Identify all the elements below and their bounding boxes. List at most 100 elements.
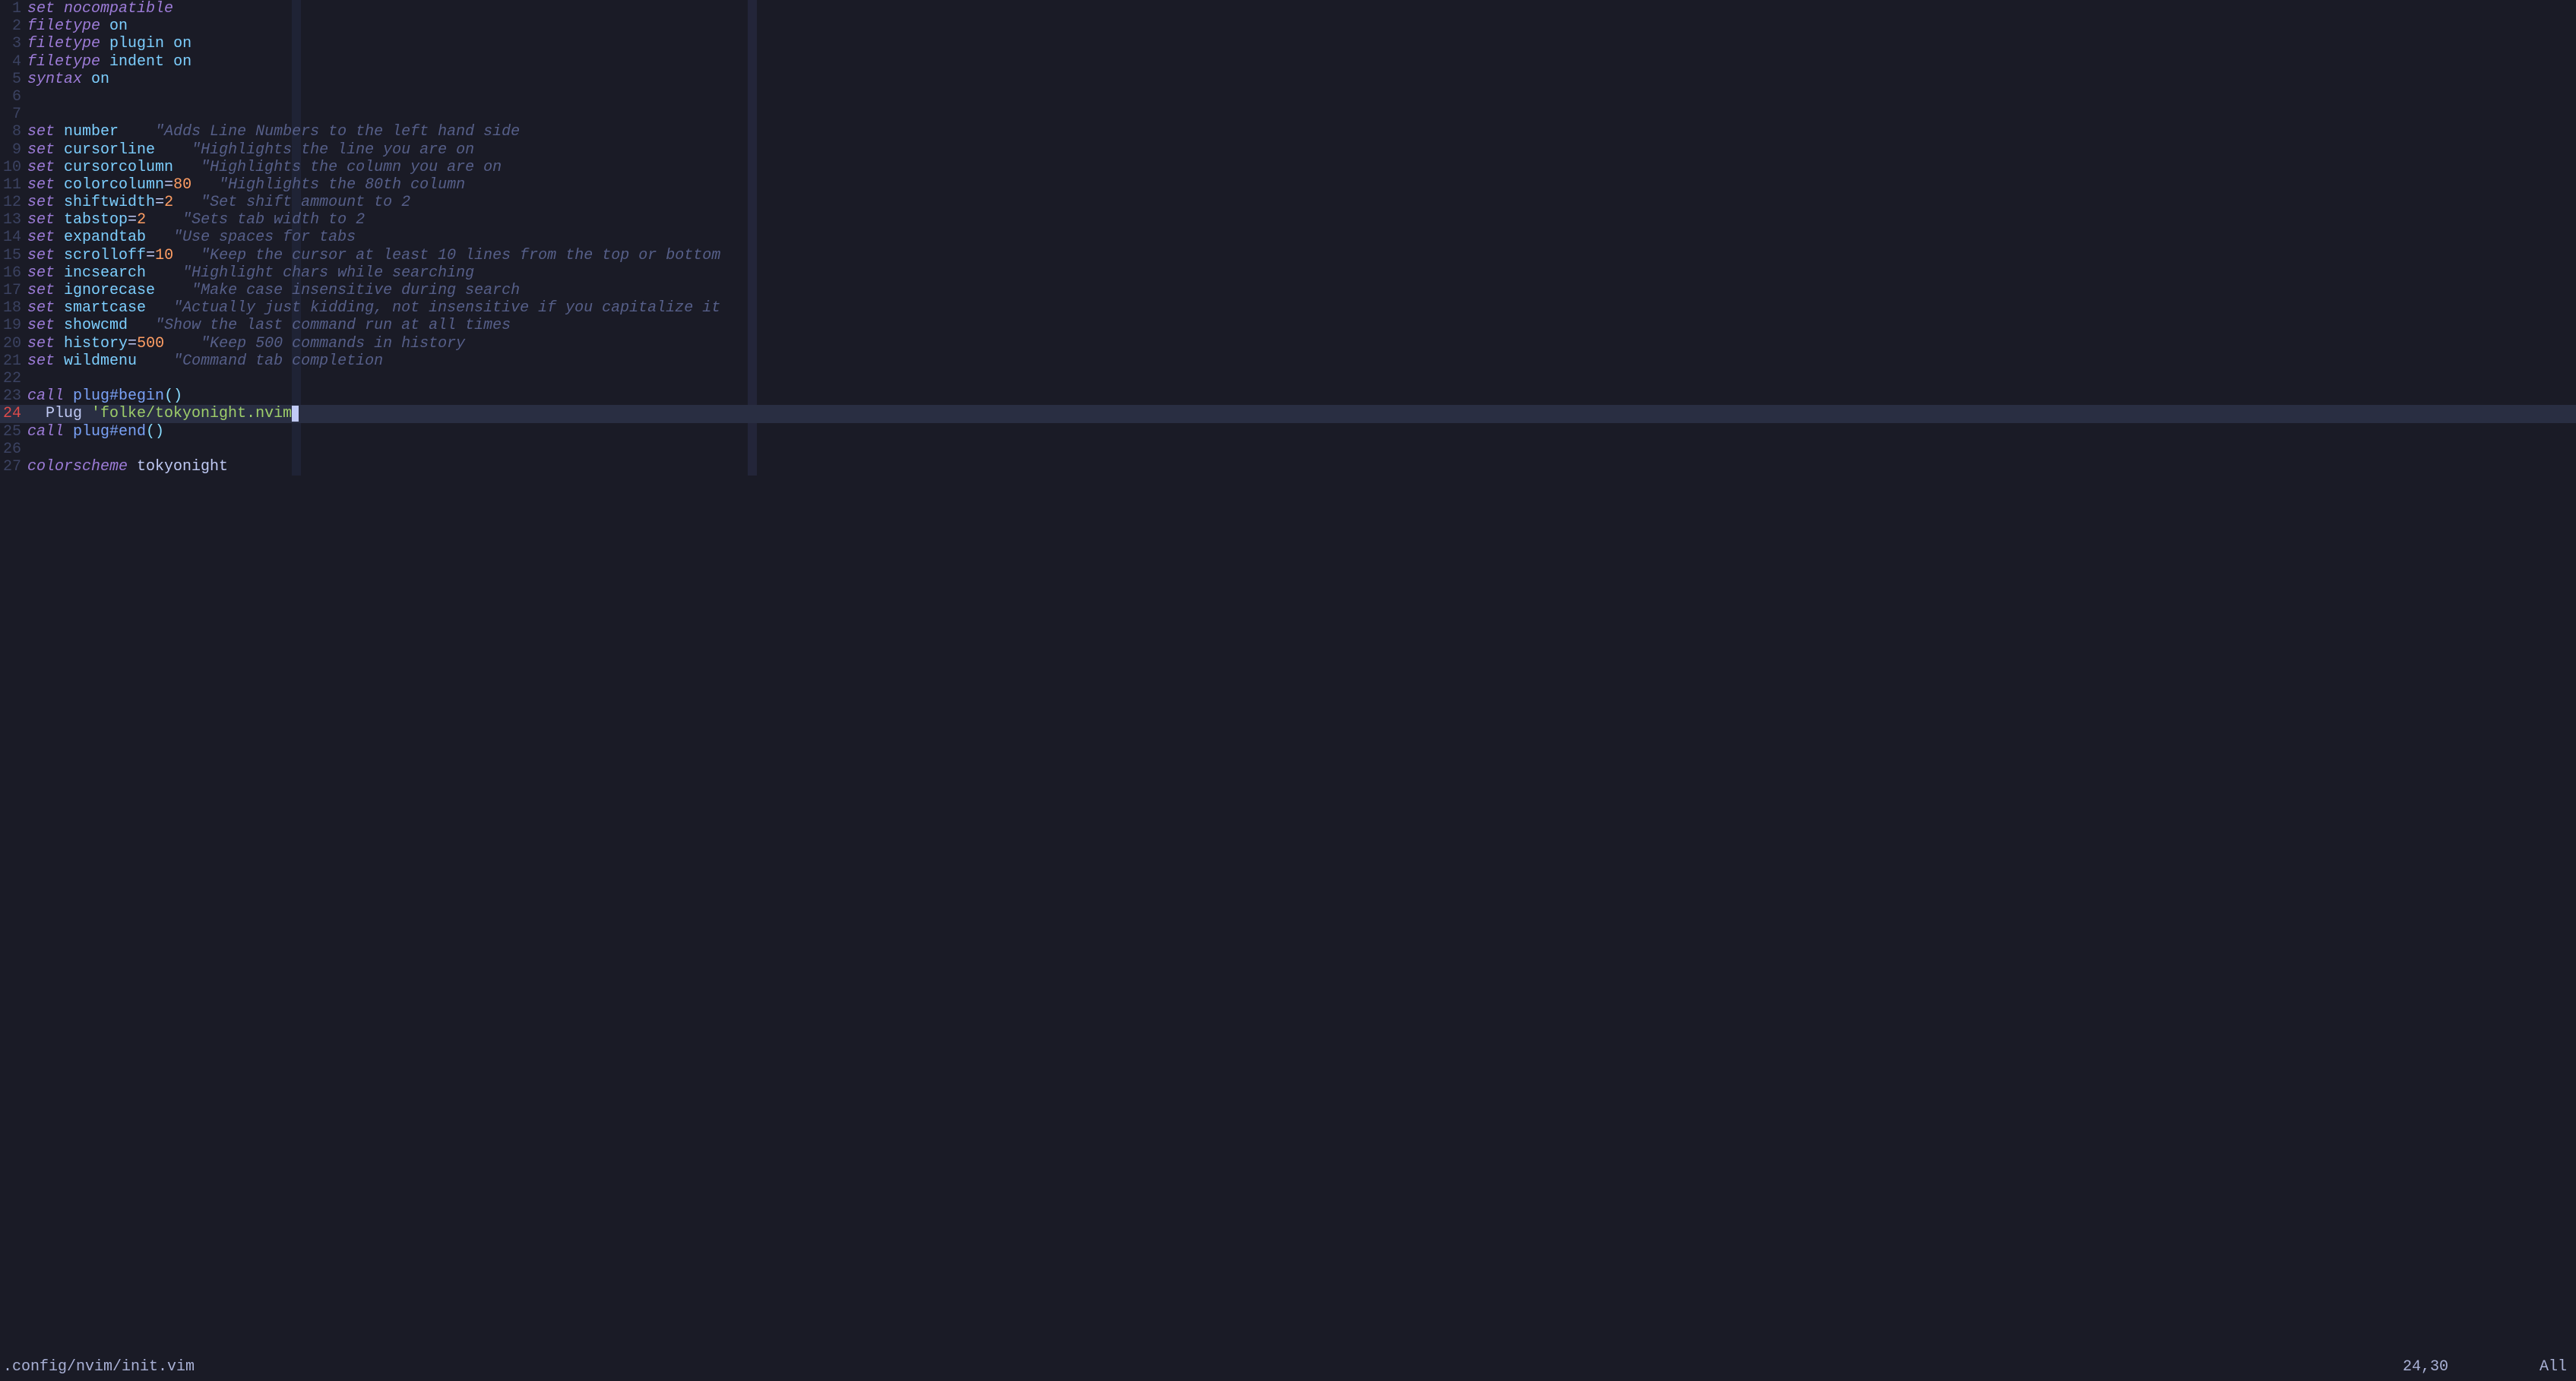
code-content[interactable]: set shiftwidth=2 "Set shift ammount to 2 (27, 194, 2576, 211)
code-content[interactable]: set colorcolumn=80 "Highlights the 80th … (27, 176, 2576, 194)
code-content[interactable]: set wildmenu "Command tab completion (27, 352, 2576, 370)
editor-viewport[interactable]: 1set nocompatible2filetype on3filetype p… (0, 0, 2576, 1354)
code-content[interactable]: set tabstop=2 "Sets tab width to 2 (27, 211, 2576, 229)
line-number: 1 (0, 0, 27, 17)
line-number: 22 (0, 370, 27, 387)
token-plain: = (128, 211, 137, 229)
code-lines[interactable]: 1set nocompatible2filetype on3filetype p… (0, 0, 2576, 476)
code-content[interactable]: set cursorline "Highlights the line you … (27, 141, 2576, 159)
line-number: 26 (0, 441, 27, 458)
code-content[interactable]: set history=500 "Keep 500 commands in hi… (27, 335, 2576, 352)
line-number: 27 (0, 458, 27, 476)
token-plain (128, 317, 155, 334)
code-content[interactable]: set nocompatible (27, 0, 2576, 17)
code-line[interactable]: 10set cursorcolumn "Highlights the colum… (0, 159, 2576, 176)
code-content[interactable]: set ignorecase "Make case insensitive du… (27, 282, 2576, 299)
code-content[interactable] (27, 370, 2576, 387)
token-plain (100, 53, 109, 71)
code-content[interactable]: set smartcase "Actually just kidding, no… (27, 299, 2576, 317)
token-option: cursorline (64, 141, 155, 159)
code-content[interactable]: colorscheme tokyonight (27, 458, 2576, 476)
code-line[interactable]: 23call plug#begin() (0, 387, 2576, 405)
code-line[interactable]: 11set colorcolumn=80 "Highlights the 80t… (0, 176, 2576, 194)
code-content[interactable]: filetype on (27, 17, 2576, 35)
code-line[interactable]: 16set incsearch "Highlight chars while s… (0, 264, 2576, 282)
code-content[interactable]: call plug#begin() (27, 387, 2576, 405)
code-line[interactable]: 21set wildmenu "Command tab completion (0, 352, 2576, 370)
code-content[interactable] (27, 106, 2576, 123)
code-line[interactable]: 12set shiftwidth=2 "Set shift ammount to… (0, 194, 2576, 211)
token-plain (146, 211, 182, 229)
token-plain (191, 176, 219, 194)
code-line[interactable]: 18set smartcase "Actually just kidding, … (0, 299, 2576, 317)
code-line[interactable]: 19set showcmd "Show the last command run… (0, 317, 2576, 334)
token-keyword: set (27, 352, 55, 370)
line-number: 24 (0, 405, 27, 422)
line-number: 11 (0, 176, 27, 194)
line-number: 18 (0, 299, 27, 317)
code-line[interactable]: 14set expandtab "Use spaces for tabs (0, 229, 2576, 246)
code-content[interactable] (27, 88, 2576, 106)
token-plain (55, 123, 64, 141)
token-option: indent (109, 53, 164, 71)
token-plain: = (128, 335, 137, 352)
code-line[interactable]: 25call plug#end() (0, 423, 2576, 441)
token-comment: "Adds Line Numbers to the left hand side (155, 123, 520, 141)
token-keyword: set (27, 264, 55, 282)
code-line[interactable]: 20set history=500 "Keep 500 commands in … (0, 335, 2576, 352)
code-line[interactable]: 1set nocompatible (0, 0, 2576, 17)
code-line[interactable]: 8set number "Adds Line Numbers to the le… (0, 123, 2576, 141)
token-comment: "Use spaces for tabs (173, 229, 356, 246)
token-comment: "Highlight chars while searching (182, 264, 474, 282)
token-plain (55, 141, 64, 159)
token-plain (55, 335, 64, 352)
token-plain: tokyonight (128, 458, 228, 476)
code-line[interactable]: 22 (0, 370, 2576, 387)
code-content[interactable] (27, 441, 2576, 458)
code-content[interactable]: set incsearch "Highlight chars while sea… (27, 264, 2576, 282)
code-line[interactable]: 4filetype indent on (0, 53, 2576, 71)
code-line[interactable]: 13set tabstop=2 "Sets tab width to 2 (0, 211, 2576, 229)
line-number: 5 (0, 71, 27, 88)
token-keyword: filetype (27, 17, 100, 35)
code-line[interactable]: 5syntax on (0, 71, 2576, 88)
token-plain (146, 299, 173, 317)
token-option: tabstop (64, 211, 128, 229)
token-keyword: colorscheme (27, 458, 128, 476)
token-plain (64, 423, 73, 441)
code-content[interactable]: set cursorcolumn "Highlights the column … (27, 159, 2576, 176)
code-content[interactable]: call plug#end() (27, 423, 2576, 441)
code-line[interactable]: 27colorscheme tokyonight (0, 458, 2576, 476)
token-string: 'folke/tokyonight.nvim' (91, 405, 301, 422)
code-line[interactable]: 6 (0, 88, 2576, 106)
code-line[interactable]: 7 (0, 106, 2576, 123)
code-line[interactable]: 17set ignorecase "Make case insensitive … (0, 282, 2576, 299)
token-plain (173, 194, 201, 211)
token-plain (55, 176, 64, 194)
token-plain (173, 247, 201, 264)
code-content[interactable]: set number "Adds Line Numbers to the lef… (27, 123, 2576, 141)
code-content[interactable]: syntax on (27, 71, 2576, 88)
token-option: colorcolumn (64, 176, 164, 194)
token-value: 10 (155, 247, 173, 264)
code-content[interactable]: set scrolloff=10 "Keep the cursor at lea… (27, 247, 2576, 264)
code-line[interactable]: 2filetype on (0, 17, 2576, 35)
token-option: history (64, 335, 128, 352)
token-plain (55, 194, 64, 211)
token-keyword: set (27, 229, 55, 246)
token-keyword: set (27, 211, 55, 229)
code-content[interactable]: Plug 'folke/tokyonight.nvim' (27, 405, 2576, 422)
code-content[interactable]: set showcmd "Show the last command run a… (27, 317, 2576, 334)
code-line[interactable]: 24 Plug 'folke/tokyonight.nvim' (0, 405, 2576, 422)
token-plain (27, 405, 46, 422)
token-keyword: set (27, 159, 55, 176)
line-number: 12 (0, 194, 27, 211)
code-content[interactable]: filetype plugin on (27, 35, 2576, 52)
code-line[interactable]: 15set scrolloff=10 "Keep the cursor at l… (0, 247, 2576, 264)
code-content[interactable]: filetype indent on (27, 53, 2576, 71)
code-line[interactable]: 26 (0, 441, 2576, 458)
code-line[interactable]: 3filetype plugin on (0, 35, 2576, 52)
code-line[interactable]: 9set cursorline "Highlights the line you… (0, 141, 2576, 159)
token-plain (119, 123, 155, 141)
code-content[interactable]: set expandtab "Use spaces for tabs (27, 229, 2576, 246)
